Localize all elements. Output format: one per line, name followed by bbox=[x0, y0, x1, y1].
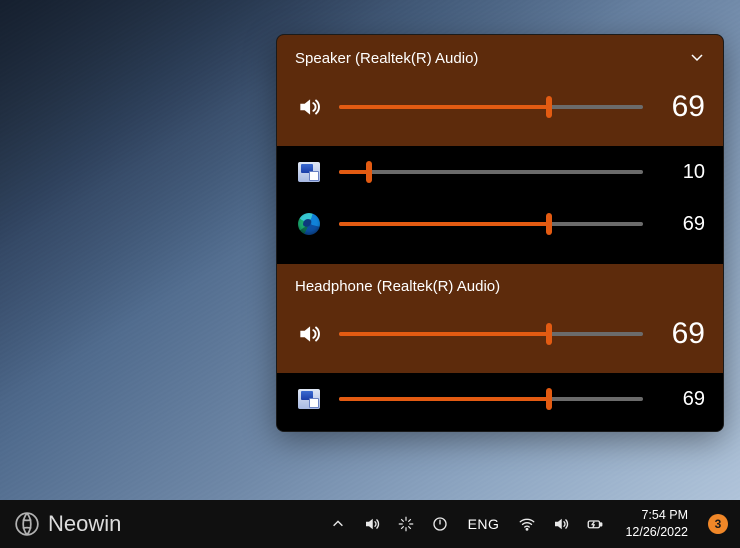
headphone-system-slider[interactable] bbox=[339, 389, 643, 409]
system-sounds-icon[interactable] bbox=[295, 385, 323, 413]
device-name-label: Headphone (Realtek(R) Audio) bbox=[295, 278, 500, 295]
headphone-master-value: 69 bbox=[659, 317, 705, 351]
volume-flyout: Speaker (Realtek(R) Audio) 69 bbox=[276, 34, 724, 432]
device-name-label: Speaker (Realtek(R) Audio) bbox=[295, 50, 478, 67]
speaker-icon[interactable] bbox=[295, 320, 323, 348]
notification-badge[interactable]: 3 bbox=[708, 514, 728, 534]
edge-icon[interactable] bbox=[295, 210, 323, 238]
date-label: 12/26/2022 bbox=[625, 524, 688, 541]
sound-icon[interactable] bbox=[551, 514, 571, 534]
taskbar-clock[interactable]: 7:54 PM 12/26/2022 bbox=[619, 507, 694, 541]
tray-overflow-icon[interactable] bbox=[328, 514, 348, 534]
taskbar: Neowin ENG bbox=[0, 500, 740, 548]
brand-text: Neowin bbox=[48, 511, 121, 537]
chevron-down-icon[interactable] bbox=[689, 49, 705, 68]
headphone-master-slider[interactable] bbox=[339, 324, 643, 344]
system-tray: ENG 7:54 PM 12/26/2022 3 bbox=[328, 507, 740, 541]
time-label: 7:54 PM bbox=[625, 507, 688, 524]
speaker-app-row-system: 10 bbox=[277, 146, 723, 198]
language-indicator[interactable]: ENG bbox=[464, 516, 504, 532]
copilot-tray-icon[interactable] bbox=[396, 514, 416, 534]
brand-logo: Neowin bbox=[0, 511, 121, 537]
headphone-system-value: 69 bbox=[659, 388, 705, 411]
edge-value: 69 bbox=[659, 213, 705, 236]
system-sounds-slider[interactable] bbox=[339, 162, 643, 182]
volume-tray-icon[interactable] bbox=[362, 514, 382, 534]
system-sounds-icon[interactable] bbox=[295, 158, 323, 186]
device-headphone-header[interactable]: Headphone (Realtek(R) Audio) bbox=[277, 264, 723, 295]
headphone-app-row-system: 69 bbox=[277, 373, 723, 431]
speaker-master-slider[interactable] bbox=[339, 97, 643, 117]
power-tray-icon[interactable] bbox=[430, 514, 450, 534]
speaker-app-row-edge: 69 bbox=[277, 198, 723, 256]
battery-icon[interactable] bbox=[585, 514, 605, 534]
divider bbox=[277, 256, 723, 264]
edge-slider[interactable] bbox=[339, 214, 643, 234]
speaker-icon[interactable] bbox=[295, 93, 323, 121]
speaker-master-value: 69 bbox=[659, 90, 705, 124]
wifi-icon[interactable] bbox=[517, 514, 537, 534]
system-sounds-value: 10 bbox=[659, 161, 705, 184]
speaker-master-row: 69 bbox=[277, 68, 723, 146]
device-speaker-header[interactable]: Speaker (Realtek(R) Audio) bbox=[277, 35, 723, 68]
headphone-master-row: 69 bbox=[277, 295, 723, 373]
